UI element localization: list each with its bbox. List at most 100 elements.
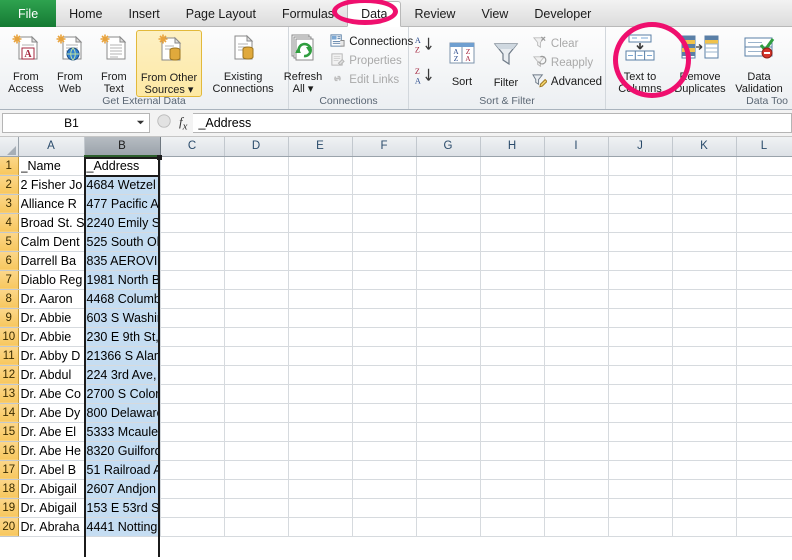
cell-empty[interactable]	[672, 403, 737, 423]
cell-empty[interactable]	[224, 517, 289, 537]
cell-empty[interactable]	[352, 346, 417, 366]
tab-insert[interactable]: Insert	[116, 0, 173, 27]
cell-empty[interactable]	[160, 479, 225, 499]
cell-empty[interactable]	[544, 213, 609, 233]
cell-empty[interactable]	[736, 232, 792, 252]
cell-empty[interactable]	[352, 441, 417, 461]
cell-empty[interactable]	[480, 327, 545, 347]
cell-empty[interactable]	[288, 498, 353, 518]
cell-empty[interactable]	[480, 175, 545, 195]
refresh-all-button[interactable]: Refresh All ▾	[280, 30, 327, 95]
cell-empty[interactable]	[160, 498, 225, 518]
cell-empty[interactable]	[608, 460, 673, 480]
cell-empty[interactable]	[352, 175, 417, 195]
remove-duplicates-button[interactable]: Remove Duplicates	[670, 32, 730, 95]
chevron-down-icon[interactable]	[136, 116, 145, 130]
cell-empty[interactable]	[352, 327, 417, 347]
cell-empty[interactable]	[544, 175, 609, 195]
cell-empty[interactable]	[416, 270, 481, 290]
cell-empty[interactable]	[160, 232, 225, 252]
cell-empty[interactable]	[544, 156, 609, 176]
cell-empty[interactable]	[736, 403, 792, 423]
row-header[interactable]: 6	[0, 251, 19, 271]
cell-empty[interactable]	[288, 384, 353, 404]
column-header-l[interactable]: L	[736, 137, 792, 157]
reapply-filter-button[interactable]: Reapply	[528, 54, 606, 73]
cell-a[interactable]: Calm Dent	[18, 232, 85, 252]
cell-empty[interactable]	[160, 194, 225, 214]
cell-b[interactable]: 603 S Washington Ave, Lansing, MI, 48933	[84, 308, 161, 328]
cell-empty[interactable]	[544, 403, 609, 423]
cell-empty[interactable]	[672, 194, 737, 214]
cell-empty[interactable]	[224, 403, 289, 423]
cell-b[interactable]: 2700 S Colorado Blvd, Denver, CO, 80222	[84, 384, 161, 404]
cell-a[interactable]: Darrell Ba	[18, 251, 85, 271]
cell-empty[interactable]	[480, 156, 545, 176]
cell-b[interactable]: 2240 Emily Street #150, San Luis Obispo,…	[84, 213, 161, 233]
tab-page-layout[interactable]: Page Layout	[173, 0, 269, 27]
cell-empty[interactable]	[416, 346, 481, 366]
row-header[interactable]: 9	[0, 308, 19, 328]
cancel-icon[interactable]	[156, 113, 172, 134]
tab-home[interactable]: Home	[56, 0, 115, 27]
cell-b[interactable]: _Address	[84, 156, 161, 176]
cell-empty[interactable]	[736, 460, 792, 480]
cell-empty[interactable]	[672, 251, 737, 271]
cell-b[interactable]: 8320 Guilford Rd, Columbia, MD, 21046	[84, 441, 161, 461]
cell-empty[interactable]	[736, 365, 792, 385]
cell-empty[interactable]	[608, 156, 673, 176]
cell-empty[interactable]	[672, 213, 737, 233]
cell-b[interactable]: 153 E 53rd St, New York, NY, 10022	[84, 498, 161, 518]
cell-empty[interactable]	[288, 365, 353, 385]
cell-empty[interactable]	[416, 327, 481, 347]
row-header[interactable]: 3	[0, 194, 19, 214]
cell-b[interactable]: 525 South Olive Street, Los Angeles, CA …	[84, 232, 161, 252]
cell-empty[interactable]	[544, 308, 609, 328]
cell-empty[interactable]	[608, 232, 673, 252]
cell-empty[interactable]	[416, 384, 481, 404]
cell-empty[interactable]	[160, 441, 225, 461]
cell-empty[interactable]	[544, 422, 609, 442]
cell-empty[interactable]	[352, 289, 417, 309]
cell-empty[interactable]	[672, 175, 737, 195]
cell-empty[interactable]	[544, 498, 609, 518]
cell-empty[interactable]	[736, 422, 792, 442]
column-header-c[interactable]: C	[160, 137, 225, 157]
cell-empty[interactable]	[544, 251, 609, 271]
cell-empty[interactable]	[288, 479, 353, 499]
cell-a[interactable]: Dr. Abe He	[18, 441, 85, 461]
cell-empty[interactable]	[416, 460, 481, 480]
cell-empty[interactable]	[288, 289, 353, 309]
cell-empty[interactable]	[160, 346, 225, 366]
cell-empty[interactable]	[224, 460, 289, 480]
cell-empty[interactable]	[672, 384, 737, 404]
name-box[interactable]: B1	[2, 113, 150, 133]
cell-empty[interactable]	[736, 270, 792, 290]
cell-empty[interactable]	[224, 327, 289, 347]
row-header[interactable]: 10	[0, 327, 19, 347]
cell-empty[interactable]	[160, 175, 225, 195]
cell-empty[interactable]	[416, 365, 481, 385]
cell-empty[interactable]	[224, 156, 289, 176]
cell-empty[interactable]	[608, 384, 673, 404]
cell-b[interactable]: 21366 S Alameda St, Long Beach, CA, 9081…	[84, 346, 161, 366]
column-header-j[interactable]: J	[608, 137, 673, 157]
cell-empty[interactable]	[416, 422, 481, 442]
cell-empty[interactable]	[288, 422, 353, 442]
row-header[interactable]: 7	[0, 270, 19, 290]
cell-empty[interactable]	[352, 232, 417, 252]
tab-review[interactable]: Review	[401, 0, 468, 27]
cell-empty[interactable]	[544, 327, 609, 347]
cell-empty[interactable]	[672, 422, 737, 442]
cell-empty[interactable]	[288, 270, 353, 290]
cell-empty[interactable]	[608, 517, 673, 537]
row-header[interactable]: 19	[0, 498, 19, 518]
cell-empty[interactable]	[480, 517, 545, 537]
cell-empty[interactable]	[416, 403, 481, 423]
cell-empty[interactable]	[224, 422, 289, 442]
cell-a[interactable]: Broad St. S	[18, 213, 85, 233]
cell-empty[interactable]	[416, 517, 481, 537]
cell-empty[interactable]	[608, 365, 673, 385]
row-header[interactable]: 5	[0, 232, 19, 252]
cell-empty[interactable]	[288, 441, 353, 461]
